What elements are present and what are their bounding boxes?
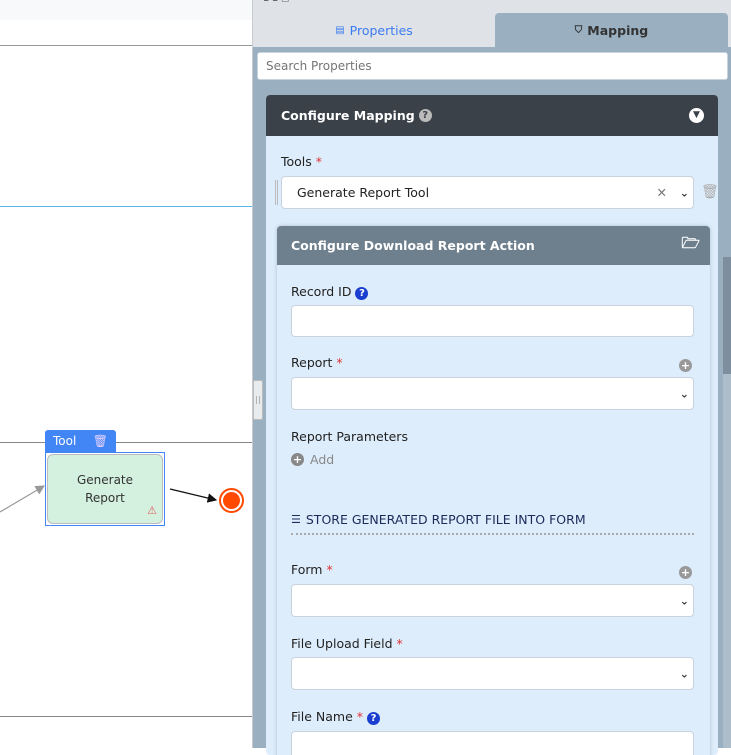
add-parameter-button[interactable]: + Add [291, 452, 334, 467]
panel-resize-handle[interactable]: || [253, 380, 263, 420]
chevron-down-icon: ⌄ [679, 667, 689, 680]
warning-icon: ⚠ [147, 504, 157, 517]
lane-divider [0, 45, 252, 46]
section-store-report: ☰ STORE GENERATED REPORT FILE INTO FORM [291, 512, 694, 535]
file-name-input[interactable] [291, 731, 694, 755]
panel-toolbar-icons[interactable]: ▪ ▪ ▢ [263, 0, 323, 4]
help-icon[interactable]: ? [418, 109, 432, 122]
tab-mapping[interactable]: ⛉ Mapping [495, 13, 728, 47]
node-header: Tool 🗑 [45, 430, 116, 452]
add-report-icon[interactable]: + [679, 359, 692, 372]
file-upload-field-select[interactable]: ⌄ [291, 657, 694, 690]
incoming-flow-arrow [0, 485, 46, 513]
panel-body: || Configure Mapping ? ▼ Tools * Generat… [253, 47, 731, 755]
tools-select[interactable]: Generate Report Tool ✕ ⌄ [281, 176, 694, 209]
properties-panel: ▪ ▪ ▢ ▤Properties ⛉Mapping || Configure … [252, 0, 731, 755]
tab-properties[interactable]: ▤ Properties [253, 13, 495, 47]
report-select[interactable]: ⌄ [291, 377, 694, 410]
canvas-toolbar [0, 0, 252, 20]
trash-icon[interactable]: 🗑 [701, 184, 718, 200]
process-canvas[interactable]: Tool 🗑 Generate Report ⚠ [0, 0, 252, 748]
drag-handle[interactable] [275, 180, 278, 205]
report-parameters-label: Report Parameters [291, 429, 408, 444]
chevron-down-icon: ⌄ [679, 387, 689, 400]
scrollbar[interactable] [723, 257, 731, 748]
plus-circle-icon: + [291, 453, 304, 466]
outgoing-flow-arrow [169, 488, 218, 503]
help-icon[interactable]: ? [355, 287, 369, 300]
chevron-down-icon[interactable]: ▼ [689, 108, 704, 123]
handshake-icon: ⛉ [574, 24, 583, 36]
search-properties-input[interactable] [257, 52, 728, 80]
file-upload-field-label: File Upload Field * [291, 636, 403, 651]
node-type-label: Tool [53, 434, 77, 448]
action-card-header[interactable]: Configure Download Report Action 🗁 [277, 226, 710, 265]
chevron-down-icon: ⌄ [679, 594, 689, 607]
form-label: Form * [291, 562, 333, 577]
tool-node[interactable]: Generate Report ⚠ [45, 452, 165, 526]
folder-open-icon[interactable]: 🗁 [681, 233, 700, 258]
end-event[interactable] [219, 488, 244, 513]
form-select[interactable]: ⌄ [291, 584, 694, 617]
clear-icon[interactable]: ✕ [657, 185, 667, 200]
lane-divider [0, 716, 252, 717]
configure-mapping-card: Configure Mapping ? ▼ Tools * Generate R… [266, 95, 718, 755]
node-title-line1: Generate [76, 473, 134, 487]
help-icon[interactable]: ? [367, 712, 381, 725]
node-title-line2: Report [85, 491, 125, 505]
chevron-down-icon: ⌄ [679, 186, 689, 199]
record-id-input[interactable] [291, 305, 694, 337]
lane-divider [0, 206, 252, 207]
file-name-label: File Name *? [291, 709, 381, 725]
download-report-action-card: Configure Download Report Action 🗁 Recor… [277, 226, 710, 755]
tools-label: Tools * [281, 154, 323, 169]
delete-node-icon[interactable]: 🗑 [93, 434, 108, 448]
add-form-icon[interactable]: + [679, 566, 692, 579]
layers-icon: ☰ [291, 513, 301, 526]
record-id-label: Record ID? [291, 284, 369, 300]
report-label: Report * [291, 355, 343, 370]
configure-mapping-header[interactable]: Configure Mapping ? ▼ [266, 95, 718, 136]
file-icon: ▤ [335, 24, 345, 36]
